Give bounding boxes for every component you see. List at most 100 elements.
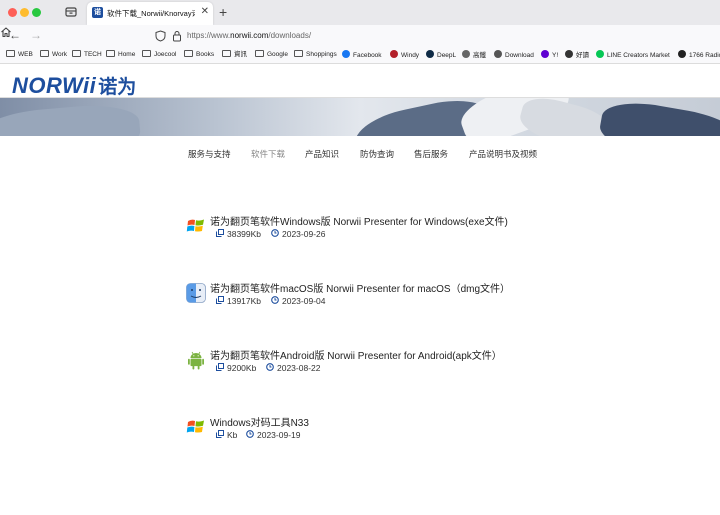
nav-item-downloads[interactable]: 软件下载 — [251, 148, 285, 160]
bookmark-label: Work — [52, 51, 68, 58]
tracking-shield-icon[interactable] — [155, 30, 166, 42]
download-size: Kb — [227, 430, 238, 440]
new-tab-plus-icon[interactable]: + — [219, 4, 227, 20]
nav-item-manuals-videos[interactable]: 产品说明书及视频 — [469, 148, 537, 160]
copy-icon — [216, 296, 224, 304]
bookmark-item[interactable]: 高鐵 — [462, 50, 486, 61]
url-domain: norwii.com — [230, 31, 269, 40]
nav-item-after-sales[interactable]: 售后服务 — [414, 148, 448, 160]
bookmark-item[interactable]: 1766 Radio — [678, 50, 720, 61]
close-window-button[interactable] — [8, 8, 17, 17]
banner-sleeve-shape-2 — [596, 98, 720, 136]
hero-banner-image — [0, 98, 720, 136]
clock-icon — [266, 363, 274, 371]
nav-item-support[interactable]: 服务与支持 — [188, 148, 231, 160]
close-tab-icon[interactable]: ✕ — [201, 6, 209, 18]
bookmark-item[interactable]: Facebook — [342, 50, 382, 61]
download-item-windows[interactable]: 诺为翻页笔软件Windows版 Norwii Presenter for Win… — [185, 213, 585, 253]
bookmark-label: TECH — [84, 51, 102, 58]
tab-overview-icon[interactable] — [64, 5, 78, 19]
clock-icon — [246, 430, 254, 438]
bookmark-label: Shoppings — [306, 51, 337, 58]
logo-text: NORWii — [12, 73, 97, 98]
bookmark-item[interactable]: Joecool — [142, 50, 176, 60]
fullscreen-window-button[interactable] — [32, 8, 41, 17]
download-date: 2023-09-19 — [257, 430, 301, 440]
bookmark-item[interactable]: LINE Creators Market — [596, 50, 670, 61]
globe-icon — [494, 50, 502, 58]
bookmark-item[interactable]: Y! — [541, 50, 558, 61]
clock-icon — [271, 296, 279, 304]
browser-nav-bar: ← → https://www.norwii.com/downloads/ — [0, 25, 720, 47]
bookmark-item[interactable]: Windy — [390, 50, 419, 61]
download-item-android[interactable]: 诺为翻页笔软件Android版 Norwii Presenter for And… — [185, 347, 585, 387]
windows-icon — [186, 219, 204, 232]
url-path: /downloads/ — [268, 31, 312, 40]
download-item-pairing-tool[interactable]: Windows对码工具N33 Kb 2023-09-19 — [185, 414, 585, 454]
folder-icon — [72, 50, 81, 57]
haodoo-icon — [565, 50, 573, 58]
norwii-logo[interactable]: NORWii 诺为 — [12, 72, 136, 98]
bookmark-item[interactable]: Work — [40, 50, 67, 60]
back-arrow-icon[interactable]: ← — [9, 28, 21, 43]
download-title[interactable]: 诺为翻页笔软件Android版 Norwii Presenter for And… — [210, 347, 502, 362]
minimize-window-button[interactable] — [20, 8, 29, 17]
download-item-macos[interactable]: 诺为翻页笔软件macOS版 Norwii Presenter for macOS… — [185, 280, 585, 320]
bookmark-label: 高鐵 — [473, 52, 486, 59]
bookmark-label: Y! — [552, 52, 559, 59]
url-address-field[interactable]: https://www.norwii.com/downloads/ — [187, 31, 311, 40]
folder-icon — [142, 50, 151, 57]
lock-icon[interactable] — [172, 30, 182, 42]
copy-icon — [216, 363, 224, 371]
bookmark-label: WEB — [18, 51, 33, 58]
logo-cn-text: 诺为 — [98, 76, 137, 98]
bookmark-item[interactable]: Google — [255, 50, 288, 60]
copy-icon — [216, 229, 224, 237]
download-size: 9200Kb — [227, 363, 257, 373]
bookmark-label: DeepL — [437, 52, 457, 59]
norwii-favicon-icon: 诺 — [92, 7, 103, 18]
windows-icon — [186, 420, 204, 433]
browser-tab-active[interactable]: 诺 软件下载_Norwii/Knorvay诺为 ✕ — [87, 2, 213, 25]
bookmark-label: Facebook — [353, 52, 382, 59]
banner-hand-shape-2 — [516, 98, 614, 136]
bookmark-item[interactable]: WEB — [6, 50, 33, 60]
banner-left-shape — [0, 101, 142, 136]
hsr-icon — [462, 50, 470, 58]
download-date: 2023-09-26 — [282, 229, 326, 239]
facebook-icon — [342, 50, 350, 58]
tab-title: 软件下载_Norwii/Knorvay诺为 — [107, 9, 195, 18]
android-icon — [188, 351, 204, 370]
line-icon — [596, 50, 604, 58]
clock-icon — [271, 229, 279, 237]
folder-icon — [40, 50, 49, 57]
bookmark-label: Windy — [401, 52, 420, 59]
deepl-icon — [426, 50, 434, 58]
windy-icon — [390, 50, 398, 58]
bookmark-item[interactable]: Shoppings — [294, 50, 337, 60]
bookmark-item[interactable]: Home — [106, 50, 135, 60]
bookmark-item[interactable]: Download — [494, 50, 534, 61]
bookmark-item[interactable]: TECH — [72, 50, 102, 60]
folder-icon — [6, 50, 15, 57]
bookmark-label: Home — [118, 51, 136, 58]
nav-item-product-knowledge[interactable]: 产品知识 — [305, 148, 339, 160]
bookmark-label: Google — [267, 51, 288, 58]
nav-item-anti-counterfeit[interactable]: 防伪查询 — [360, 148, 394, 160]
folder-icon — [255, 50, 264, 57]
bookmark-item[interactable]: 資訊 — [222, 50, 247, 60]
forward-arrow-icon[interactable]: → — [30, 28, 42, 43]
download-title[interactable]: Windows对码工具N33 — [210, 414, 309, 429]
folder-icon — [222, 50, 231, 57]
download-size: 13917Kb — [227, 296, 262, 306]
download-date: 2023-08-22 — [277, 363, 321, 373]
bookmarks-bar: WEB Work TECH Home Joecool Books 資訊 Google Shopp… — [0, 47, 720, 64]
download-title[interactable]: 诺为翻页笔软件macOS版 Norwii Presenter for macOS… — [210, 280, 510, 295]
download-title[interactable]: 诺为翻页笔软件Windows版 Norwii Presenter for Win… — [210, 213, 508, 228]
download-date: 2023-09-04 — [282, 296, 326, 306]
bookmark-item[interactable]: Books — [184, 50, 214, 60]
bookmark-item[interactable]: DeepL — [426, 50, 456, 61]
bookmark-item[interactable]: 好讀 — [565, 50, 589, 61]
url-prefix: https://www. — [187, 31, 231, 40]
yahoo-icon — [541, 50, 549, 58]
